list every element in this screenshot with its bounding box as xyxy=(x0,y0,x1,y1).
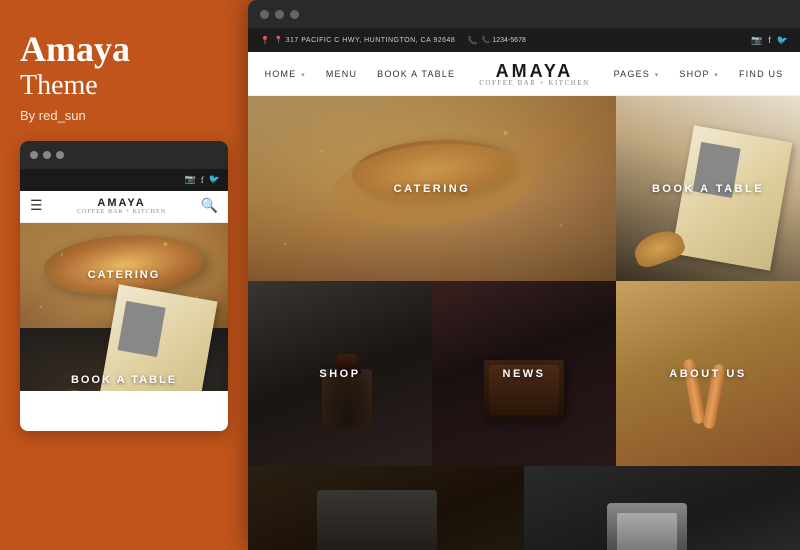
mini-dot-1 xyxy=(30,151,38,159)
site-topbar: 📍 📍 317 PACIFIC C HWY, HUNTINGTON, CA 92… xyxy=(248,28,800,52)
grid-cell-book-table[interactable]: BOOK A TABLE xyxy=(616,96,800,281)
mini-nav: ☰ AMAYA COFFEE BAR + KITCHEN 🔍 xyxy=(20,191,228,223)
mini-dot-2 xyxy=(43,151,51,159)
mini-book-cell: BOOK A TABLE xyxy=(20,328,228,391)
about-label: ABOUT US xyxy=(669,368,746,380)
espresso-machine-visual xyxy=(607,503,687,550)
left-panel: Amaya Theme By red_sun 📷 f 🐦 ☰ AMAYA COF… xyxy=(0,0,248,550)
nav-logo-container: AMAYA COFFEE BAR + KITCHEN xyxy=(465,61,603,87)
mini-search-icon: 🔍 xyxy=(201,198,218,215)
mini-logo-sub: COFFEE BAR + KITCHEN xyxy=(77,209,166,215)
phone-text: 📞 1234-5678 xyxy=(482,36,526,44)
book-table-label: BOOK A TABLE xyxy=(652,183,764,195)
site-content-grid: CATERING BOOK A TABLE SHOP NEWS xyxy=(248,96,800,550)
address-text: 📍 317 PACIFIC C HWY, HUNTINGTON, CA 9264… xyxy=(274,36,455,44)
grid-row-2: SHOP NEWS ABOUT US xyxy=(248,281,800,466)
mini-browser-chrome xyxy=(20,141,228,169)
theme-author: By red_sun xyxy=(20,108,228,123)
nav-pages[interactable]: PAGES ▾ xyxy=(604,69,670,79)
topbar-address: 📍 📍 317 PACIFIC C HWY, HUNTINGTON, CA 92… xyxy=(260,36,526,45)
mini-book-label: BOOK A TABLE xyxy=(71,374,177,386)
catering-label: CATERING xyxy=(394,183,471,195)
mini-dot-3 xyxy=(56,151,64,159)
nav-book-table[interactable]: BOOK A TABLE xyxy=(367,69,465,79)
theme-subtitle: Theme xyxy=(20,70,228,102)
mini-hamburger-icon: ☰ xyxy=(30,198,43,215)
main-browser: 📍 📍 317 PACIFIC C HWY, HUNTINGTON, CA 92… xyxy=(248,0,800,550)
grid-cell-bottom-2[interactable] xyxy=(524,466,800,550)
nav-shop[interactable]: SHOP ▾ xyxy=(669,69,729,79)
grid-cell-news[interactable]: NEWS xyxy=(432,281,616,466)
book-visual xyxy=(671,125,792,270)
mini-logo-text: AMAYA xyxy=(77,197,166,209)
browser-chrome xyxy=(248,0,800,28)
mini-content: CATERING BOOK A TABLE xyxy=(20,223,228,391)
twitter-icon: 🐦 xyxy=(777,35,788,46)
site-nav: HOME ▾ MENU BOOK A TABLE AMAYA COFFEE BA… xyxy=(248,52,800,96)
grid-cell-catering[interactable]: CATERING xyxy=(248,96,616,281)
mini-browser-mockup: 📷 f 🐦 ☰ AMAYA COFFEE BAR + KITCHEN 🔍 CAT… xyxy=(20,141,228,431)
shop-label: SHOP xyxy=(319,368,360,380)
dot-3 xyxy=(290,10,299,19)
mini-instagram-icon: 📷 xyxy=(185,174,196,185)
grid-row-1: CATERING BOOK A TABLE xyxy=(248,96,800,281)
nav-find-us[interactable]: FIND US xyxy=(729,69,793,79)
nav-logo-sub: COFFEE BAR + KITCHEN xyxy=(479,79,589,87)
shop-chevron: ▾ xyxy=(714,72,719,79)
grid-cell-about[interactable]: ABOUT US xyxy=(616,281,800,466)
home-chevron: ▾ xyxy=(301,72,306,79)
phone-icon: 📞 xyxy=(468,36,478,45)
mini-catering-label: CATERING xyxy=(88,269,161,281)
mini-topbar: 📷 f 🐦 xyxy=(20,169,228,191)
dot-2 xyxy=(275,10,284,19)
instagram-icon: 📷 xyxy=(751,35,762,46)
nav-menu[interactable]: MENU xyxy=(316,69,367,79)
grid-cell-shop[interactable]: SHOP xyxy=(248,281,432,466)
mini-logo-container: AMAYA COFFEE BAR + KITCHEN xyxy=(77,197,166,215)
theme-title: Amaya xyxy=(20,30,228,70)
news-label: NEWS xyxy=(503,368,546,380)
location-icon: 📍 xyxy=(260,36,270,45)
dot-1 xyxy=(260,10,269,19)
facebook-icon: f xyxy=(768,35,771,45)
mini-facebook-icon: f xyxy=(201,175,204,185)
topbar-social: 📷 f 🐦 xyxy=(751,35,788,46)
nav-home[interactable]: HOME ▾ xyxy=(255,69,316,79)
grid-cell-bottom-1[interactable] xyxy=(248,466,524,550)
bottom1-visual xyxy=(317,490,437,550)
grid-row-3 xyxy=(248,466,800,550)
mini-twitter-icon: 🐦 xyxy=(209,174,220,185)
pages-chevron: ▾ xyxy=(655,72,660,79)
